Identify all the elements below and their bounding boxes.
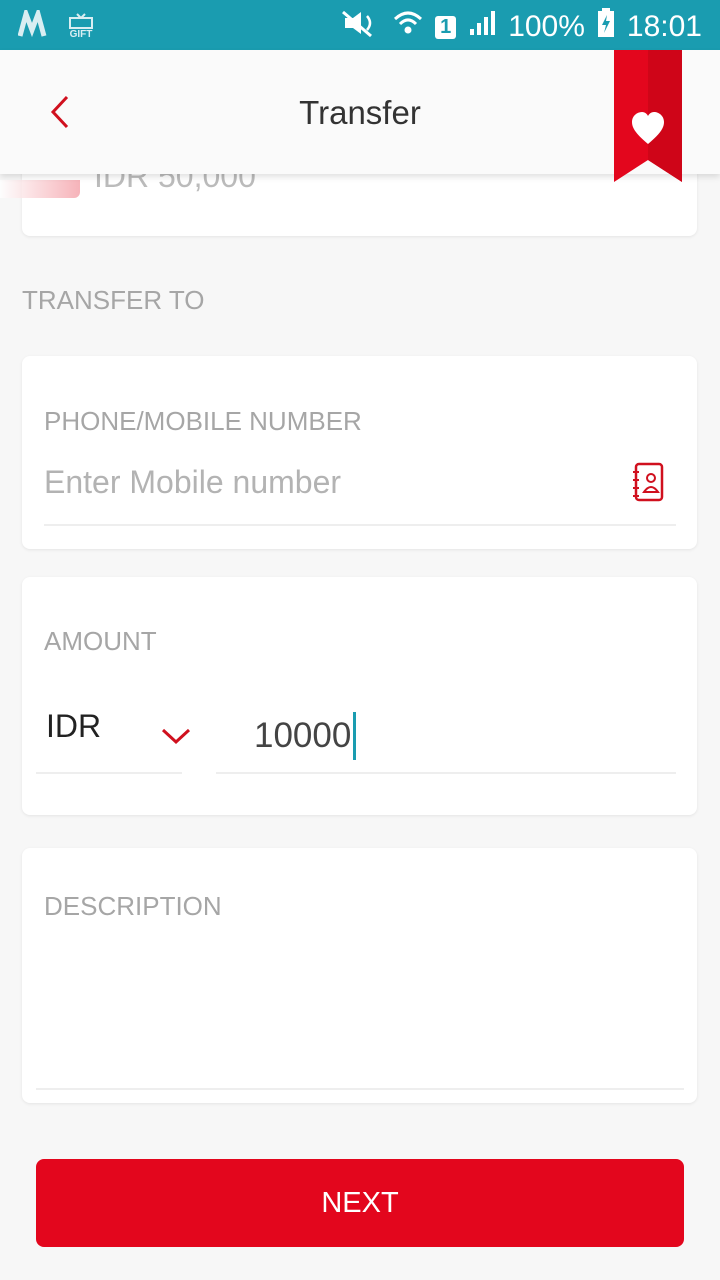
gift-icon: GIFT — [68, 13, 94, 40]
battery-percent: 100% — [508, 10, 585, 43]
phone-placeholder: Enter Mobile number — [44, 464, 342, 500]
phone-label: PHONE/MOBILE NUMBER — [44, 406, 362, 436]
battery-charging-icon — [597, 8, 615, 46]
favorite-ribbon[interactable] — [614, 50, 682, 182]
clock: 18:01 — [626, 10, 702, 43]
description-input[interactable] — [36, 930, 684, 1090]
currency-value: IDR — [46, 708, 102, 744]
description-label: DESCRIPTION — [44, 891, 222, 921]
status-left-icons: GIFT — [17, 5, 94, 43]
phone-input[interactable]: Enter Mobile number — [44, 464, 676, 526]
chevron-down-icon[interactable] — [160, 726, 192, 748]
status-bar: GIFT 1 100% 18:01 — [0, 0, 720, 50]
status-right: 1 100% 18:01 — [341, 8, 702, 46]
app-bar: Transfer — [0, 50, 720, 174]
wifi-icon — [393, 9, 423, 45]
mute-icon — [341, 8, 381, 46]
contacts-book-icon[interactable] — [632, 462, 664, 502]
next-button[interactable]: NEXT — [36, 1159, 684, 1247]
text-cursor — [353, 712, 357, 760]
page-title: Transfer — [299, 94, 421, 131]
card-graphic — [0, 180, 80, 198]
sim-indicator: 1 — [435, 15, 457, 39]
app-logo-icon — [17, 5, 50, 43]
amount-value: 10000 — [254, 716, 352, 755]
signal-icon — [468, 9, 496, 45]
amount-value-wrap: 10000 — [254, 712, 357, 760]
transfer-to-heading: TRANSFER TO — [22, 285, 205, 315]
gift-icon-label: GIFT — [69, 29, 93, 40]
amount-label: AMOUNT — [44, 626, 157, 656]
